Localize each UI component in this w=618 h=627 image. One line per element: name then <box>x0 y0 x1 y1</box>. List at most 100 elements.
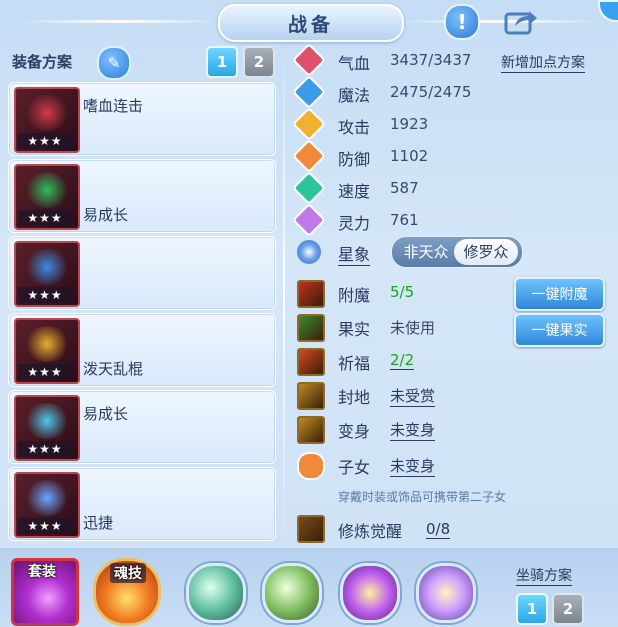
add-points-link[interactable]: 新增加点方案 <box>501 52 585 73</box>
stat-label: 攻击 <box>338 118 371 137</box>
header-decoration-left <box>20 20 220 23</box>
skill-icon: ★★★ <box>14 395 80 461</box>
attr-label: 祈福 <box>338 354 371 373</box>
toggle-option-xiuluo[interactable]: 修罗众 <box>454 239 518 265</box>
mount-scheme-label: 坐骑方案 <box>516 565 572 586</box>
skill-name: 嗜血连击 <box>83 97 144 115</box>
skill-row[interactable]: ★★★ 嗜血连击 <box>8 82 276 156</box>
star-sign-icon <box>297 240 321 264</box>
stat-value: 1923 <box>390 115 429 133</box>
corner-orb <box>598 0 618 22</box>
star-sign-label[interactable]: 星象 <box>338 241 371 266</box>
sword-icon-shape <box>292 107 326 141</box>
child-hint: 穿戴时装或饰品可携带第二子女 <box>338 490 507 504</box>
armor-icon <box>292 139 326 173</box>
skill-glow <box>24 249 70 285</box>
skill-stars: ★★★ <box>18 210 72 226</box>
territory-icon <box>297 382 325 410</box>
stat-value: 761 <box>390 211 419 229</box>
attr-value: 5/5 <box>390 283 415 301</box>
skill-stars: ★★★ <box>18 364 72 380</box>
skill-name: 易成长 <box>83 405 129 423</box>
awaken-label: 修炼觉醒 <box>338 522 403 541</box>
scheme-tab-1[interactable]: 1 <box>206 46 238 78</box>
skill-icon: ★★★ <box>14 87 80 153</box>
stat-value: 1102 <box>390 147 429 165</box>
awaken-value[interactable]: 0/8 <box>426 520 451 539</box>
pray-icon <box>297 348 325 376</box>
scheme-tab-2[interactable]: 2 <box>243 46 275 78</box>
lightning-icon <box>292 171 326 205</box>
skill-glow <box>24 95 70 131</box>
heart-icon <box>292 43 326 77</box>
attr-label: 封地 <box>338 388 371 407</box>
attr-label: 子女 <box>338 458 371 477</box>
attr-value[interactable]: 未变身 <box>390 419 436 441</box>
stat-value: 2475/2475 <box>390 83 472 101</box>
skill-name: 易成长 <box>83 206 129 224</box>
attr-value[interactable]: 未变身 <box>390 455 436 477</box>
fruit-all-button[interactable]: 一键果实 <box>514 313 605 347</box>
skill-glow <box>24 403 70 439</box>
mount-orb-4[interactable] <box>416 563 476 623</box>
mount-orb-1[interactable] <box>186 563 246 623</box>
enchant-all-button[interactable]: 一键附魔 <box>514 277 605 311</box>
skill-row[interactable]: ★★★ 泼天乱棍 <box>8 313 276 387</box>
lightning-icon-shape <box>292 171 326 205</box>
enchant-icon <box>297 280 325 308</box>
attr-label: 果实 <box>338 320 371 339</box>
skill-stars: ★★★ <box>18 441 72 457</box>
toggle-option-feitian[interactable]: 非天众 <box>396 237 456 267</box>
attr-label: 变身 <box>338 422 371 441</box>
attr-label: 附魔 <box>338 286 371 305</box>
skill-icon: ★★★ <box>14 164 80 230</box>
spirit-icon <box>292 203 326 237</box>
attr-value[interactable]: 2/2 <box>390 351 415 370</box>
edit-scheme-button[interactable]: ✎ <box>97 46 131 80</box>
stat-value: 587 <box>390 179 419 197</box>
skill-name: 迅捷 <box>83 514 114 532</box>
skill-row[interactable]: ★★★ 易成长 <box>8 159 276 233</box>
panel-divider <box>283 44 285 544</box>
sword-icon <box>292 107 326 141</box>
suit-skill-button[interactable]: 套装 <box>11 558 79 626</box>
mount-tab-2[interactable]: 2 <box>552 593 584 625</box>
info-icon: ! <box>457 10 467 34</box>
skill-glow <box>24 480 70 516</box>
pencil-icon: ✎ <box>107 54 121 72</box>
page-title: 战备 <box>218 4 404 42</box>
skill-glow <box>24 172 70 208</box>
soul-skill-button[interactable]: 魂技 <box>93 558 161 626</box>
skill-row[interactable]: ★★★ <box>8 236 276 310</box>
mount-orb-2[interactable] <box>262 563 322 623</box>
skill-icon: ★★★ <box>14 318 80 384</box>
awaken-icon <box>297 515 325 543</box>
attr-value: 未使用 <box>390 319 436 337</box>
transform-icon <box>297 416 325 444</box>
skill-icon: ★★★ <box>14 241 80 307</box>
skill-row[interactable]: ★★★ 迅捷 <box>8 467 276 541</box>
info-button[interactable]: ! <box>444 4 480 40</box>
mana-icon <box>292 75 326 109</box>
stat-label: 速度 <box>338 182 371 201</box>
attr-value[interactable]: 未受赏 <box>390 385 436 407</box>
skill-stars: ★★★ <box>18 287 72 303</box>
heart-icon-shape <box>292 43 326 77</box>
scheme-label: 装备方案 <box>12 53 73 71</box>
spirit-icon-shape <box>292 203 326 237</box>
share-icon <box>504 11 537 35</box>
stat-label: 灵力 <box>338 214 371 233</box>
mount-tab-1[interactable]: 1 <box>516 593 548 625</box>
skill-name: 泼天乱棍 <box>83 360 144 378</box>
mana-icon-shape <box>292 75 326 109</box>
fruit-icon <box>297 314 325 342</box>
stat-label: 防御 <box>338 150 371 169</box>
armor-icon-shape <box>292 139 326 173</box>
star-sign-toggle[interactable]: 非天众 修罗众 <box>391 236 523 268</box>
mount-orb-3[interactable] <box>340 563 400 623</box>
header-decoration-right <box>400 20 600 23</box>
soul-label: 魂技 <box>110 563 146 583</box>
suit-label: 套装 <box>28 564 56 580</box>
share-button[interactable] <box>503 6 539 36</box>
skill-row[interactable]: ★★★ 易成长 <box>8 390 276 464</box>
